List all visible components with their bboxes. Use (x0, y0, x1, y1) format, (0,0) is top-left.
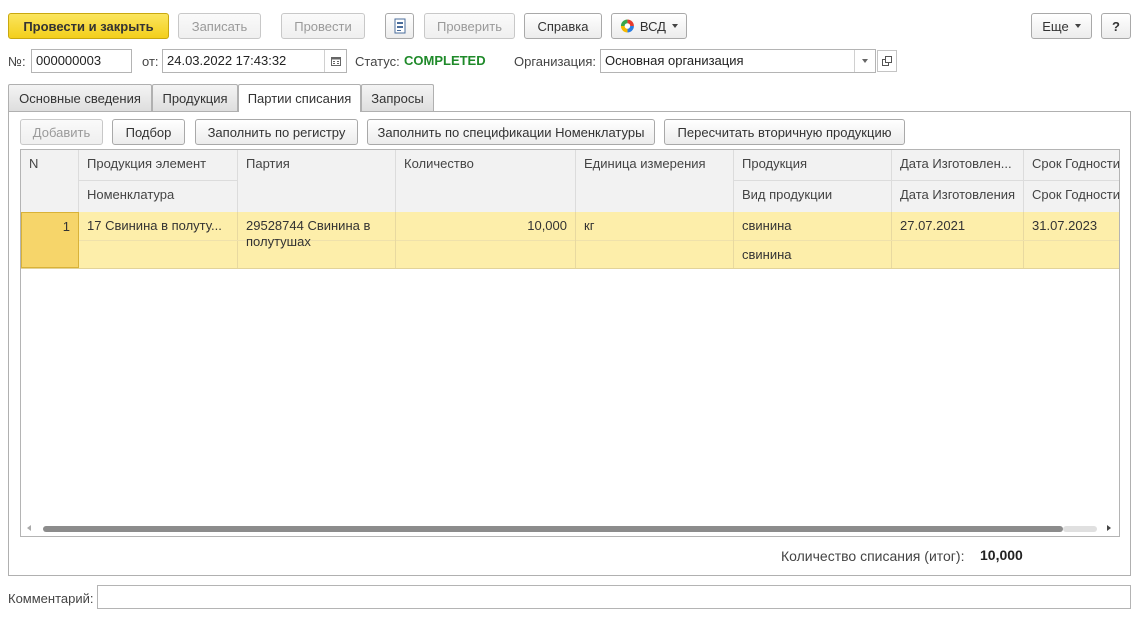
col-header-unit[interactable]: Единица измерения (576, 150, 734, 212)
col-header-mfg-date-top[interactable]: Дата Изготовлен... (892, 150, 1024, 180)
post-and-close-button[interactable]: Провести и закрыть (8, 13, 169, 39)
total-value: 10,000 (980, 547, 1023, 563)
organization-value: Основная организация (605, 53, 744, 68)
calendar-icon (330, 57, 341, 66)
scrollbar-track (1063, 526, 1097, 532)
fill-by-specification-button[interactable]: Заполнить по спецификации Номенклатуры (367, 119, 655, 145)
add-label: Добавить (32, 124, 91, 140)
date-value: 24.03.2022 17:43:32 (167, 53, 287, 68)
fill-by-register-button[interactable]: Заполнить по регистру (195, 119, 358, 145)
col-header-mfg-date[interactable]: Дата Изготовления (892, 181, 1024, 212)
number-label: №: (8, 54, 26, 69)
cell-expiry-empty[interactable] (1024, 241, 1119, 268)
tab-label: Продукция (162, 90, 228, 106)
organization-dropdown-button[interactable] (854, 50, 875, 72)
chevron-down-icon (672, 24, 678, 28)
help-question-button[interactable]: ? (1101, 13, 1131, 39)
more-label: Еще (1042, 18, 1069, 34)
document-structure-icon (394, 18, 405, 34)
select-button[interactable]: Подбор (112, 119, 185, 145)
total-label: Количество списания (итог): (781, 548, 965, 564)
check-label: Проверить (436, 18, 502, 34)
cell-unit[interactable]: кг (576, 212, 734, 268)
post-label: Провести (294, 18, 352, 34)
date-label: от: (142, 54, 159, 69)
col-header-expiry-top[interactable]: Срок Годности (1024, 150, 1119, 180)
col-header-product[interactable]: Продукция (734, 150, 892, 180)
comment-input[interactable] (97, 585, 1131, 609)
date-field[interactable]: 24.03.2022 17:43:32 (162, 49, 347, 73)
status-value: COMPLETED (404, 53, 486, 68)
organization-open-button[interactable] (877, 50, 897, 72)
cell-mfg-date-empty[interactable] (892, 241, 1024, 268)
cell-nomenclature[interactable] (79, 241, 238, 268)
tab-general-info[interactable]: Основные сведения (8, 84, 152, 111)
col-header-n[interactable]: N (21, 150, 79, 212)
number-value: 000000003 (36, 53, 102, 68)
cell-product[interactable]: свинина (734, 212, 892, 240)
row-number-cell[interactable]: 1 (21, 212, 79, 268)
calendar-button[interactable] (324, 50, 346, 72)
vsd-label: ВСД (639, 18, 666, 34)
cell-product-kind[interactable]: свинина (734, 241, 892, 268)
recalc-label: Пересчитать вторичную продукцию (677, 124, 892, 140)
fill-register-label: Заполнить по регистру (207, 124, 346, 140)
fill-spec-label: Заполнить по спецификации Номенклатуры (377, 124, 645, 140)
tab-label: Основные сведения (19, 90, 141, 106)
more-button[interactable]: Еще (1031, 13, 1092, 39)
check-button[interactable]: Проверить (424, 13, 515, 39)
organization-label: Организация: (514, 54, 597, 69)
cell-product-element[interactable]: 17 Свинина в полуту... (79, 212, 238, 240)
question-label: ? (1112, 18, 1120, 34)
help-button[interactable]: Справка (524, 13, 602, 39)
chevron-down-icon (1074, 24, 1081, 28)
save-label: Записать (191, 18, 248, 34)
scrollbar-thumb[interactable] (43, 526, 1063, 532)
cell-batch[interactable]: 29528744 Свинина в полутушах (238, 212, 396, 268)
tab-label: Партии списания (247, 91, 352, 106)
help-label: Справка (537, 18, 589, 34)
col-header-product-kind[interactable]: Вид продукции (734, 181, 892, 212)
col-header-batch[interactable]: Партия (238, 150, 396, 212)
col-header-product-element[interactable]: Продукция элемент (79, 150, 238, 180)
tab-label: Запросы (371, 90, 424, 106)
comment-label: Комментарий: (8, 591, 94, 606)
number-field[interactable]: 000000003 (31, 49, 132, 73)
col-header-nomenclature[interactable]: Номенклатура (79, 181, 238, 212)
add-row-button[interactable]: Добавить (20, 119, 103, 145)
chevron-down-icon (862, 59, 868, 63)
mercury-logo-icon (620, 19, 634, 33)
status-label: Статус: (355, 54, 400, 69)
tab-writeoff-batches[interactable]: Партии списания (238, 84, 361, 112)
scroll-right-icon[interactable] (1107, 525, 1111, 531)
post-button[interactable]: Провести (281, 13, 365, 39)
cell-quantity[interactable]: 10,000 (396, 212, 576, 268)
recalculate-secondary-button[interactable]: Пересчитать вторичную продукцию (664, 119, 905, 145)
cell-mfg-date[interactable]: 27.07.2021 (892, 212, 1024, 240)
open-window-icon (882, 56, 892, 66)
tab-requests[interactable]: Запросы (361, 84, 434, 111)
organization-field[interactable]: Основная организация (600, 49, 876, 73)
col-header-expiry[interactable]: Срок Годности (1024, 181, 1119, 212)
col-header-quantity[interactable]: Количество (396, 150, 576, 212)
writeoff-batches-table[interactable]: N Продукция элемент Номенклатура Партия … (20, 149, 1120, 537)
vsd-button[interactable]: ВСД (611, 13, 687, 39)
post-and-close-label: Провести и закрыть (23, 18, 154, 34)
scroll-left-icon[interactable] (27, 525, 31, 531)
horizontal-scrollbar[interactable] (21, 522, 1119, 536)
save-button[interactable]: Записать (178, 13, 261, 39)
tab-products[interactable]: Продукция (152, 84, 238, 111)
structure-button[interactable] (385, 13, 414, 39)
select-label: Подбор (125, 124, 172, 140)
cell-expiry[interactable]: 31.07.2023 (1024, 212, 1119, 240)
